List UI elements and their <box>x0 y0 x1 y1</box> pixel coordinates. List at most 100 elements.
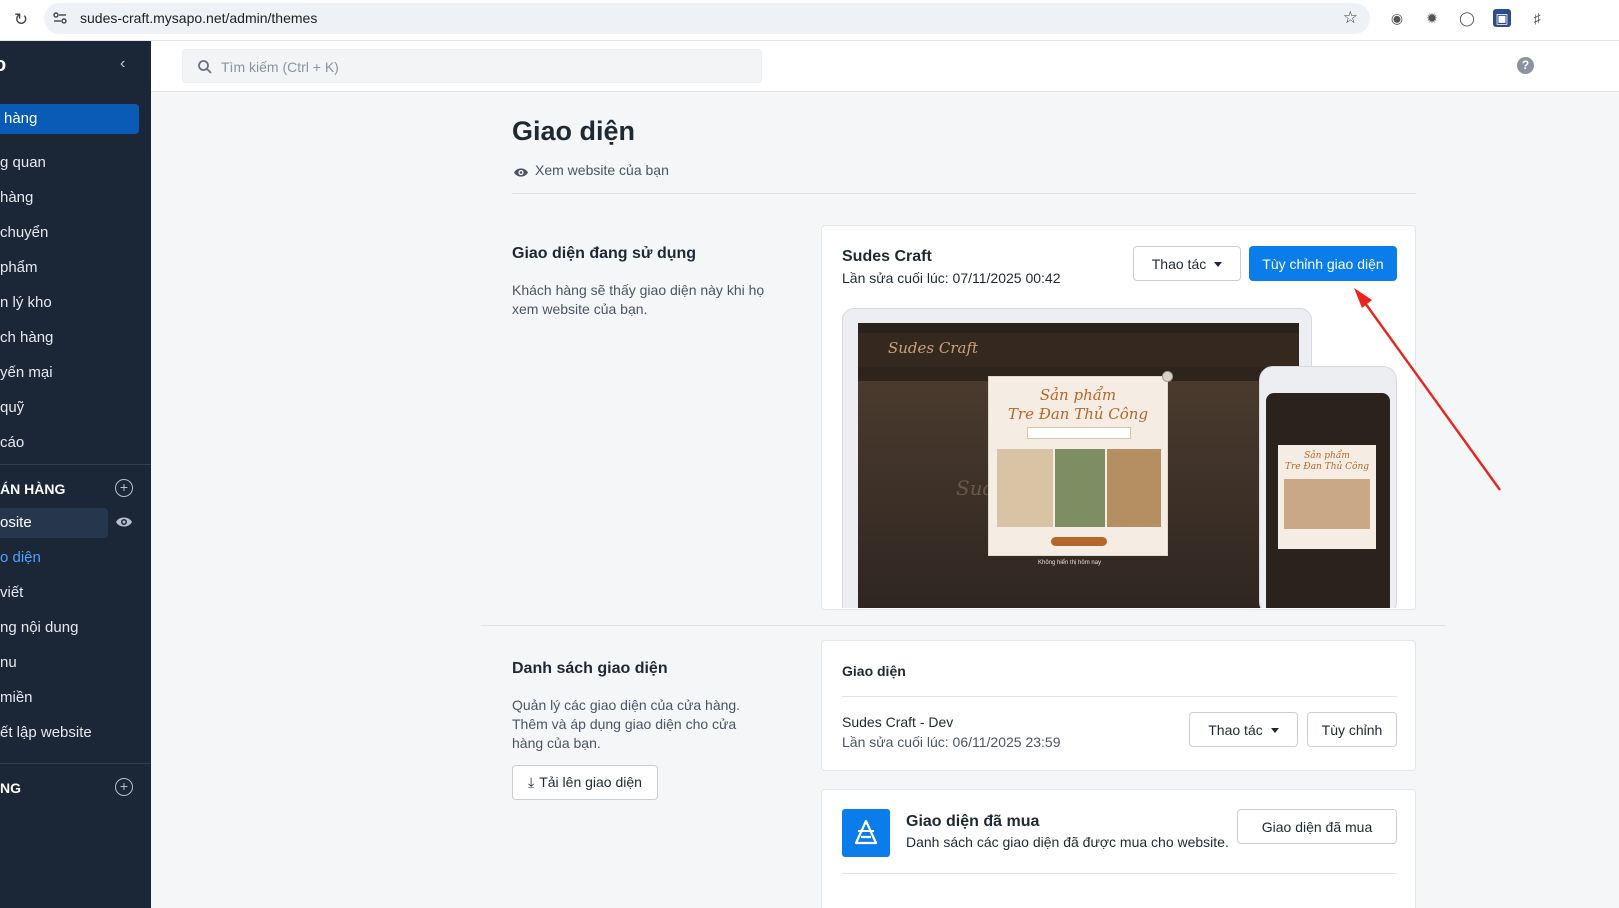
theme-list-card-header: Giao diện <box>842 663 906 679</box>
desktop-preview-screen: Sudes Craft Sud Sản phẩm Tre Đan Thủ Côn… <box>858 323 1299 608</box>
preview-popup: Sản phẩm Tre Đan Thủ Công <box>988 371 1173 556</box>
extension-app-icon[interactable]: ▣ <box>1493 9 1511 27</box>
sapo-logo: o <box>0 54 7 76</box>
card-divider <box>842 873 1397 874</box>
sidebar-divider <box>0 763 151 764</box>
theme-actions-button[interactable]: Thao tác <box>1133 246 1241 281</box>
search-box[interactable] <box>182 49 762 83</box>
bookmark-star-icon[interactable]: ☆ <box>1343 8 1358 28</box>
dev-theme-last-edited: Lần sửa cuối lúc: 06/11/2025 23:59 <box>842 734 1061 750</box>
current-theme-card: Sudes Craft Lần sửa cuối lúc: 07/11/2025… <box>821 225 1416 610</box>
chevron-down-icon <box>1214 261 1223 267</box>
extension-bug-icon[interactable]: ✹ <box>1423 9 1441 27</box>
upload-theme-button[interactable]: ⤓ Tải lên giao diện <box>512 765 658 800</box>
preview-popup-photos <box>997 449 1161 529</box>
plant-photo <box>1055 449 1105 527</box>
theme-list-title: Danh sách giao diện <box>512 660 668 677</box>
view-website-label: Xem website của bạn <box>535 162 669 178</box>
section-divider <box>481 625 1446 626</box>
theme-list-desc-line3: hàng của bạn. <box>512 735 601 751</box>
upload-theme-label: Tải lên giao diện <box>539 774 642 790</box>
sidebar-item-reports[interactable]: cáo <box>0 434 24 451</box>
sidebar-item-orders-active[interactable]: hàng <box>0 104 139 134</box>
sidebar-item-themes[interactable]: o diện <box>0 549 41 566</box>
sidebar-item-inventory[interactable]: n lý kho <box>0 294 52 311</box>
sidebar-item-customers[interactable]: ch hàng <box>0 329 53 346</box>
preview-popup-title-1: Sản phẩm <box>1039 386 1117 404</box>
browser-toolbar: ↻ sudes-craft.mysapo.net/admin/themes ☆ … <box>0 0 1619 41</box>
preview-popup-checkbox-label: Không hiển thị hôm nay <box>1038 560 1102 566</box>
purchased-themes-title: Giao diện đã mua <box>906 813 1040 830</box>
site-info-icon[interactable] <box>52 10 68 26</box>
dev-theme-actions-label: Thao tác <box>1208 721 1263 738</box>
help-icon[interactable]: ? <box>1517 57 1534 74</box>
address-bar[interactable]: sudes-craft.mysapo.net/admin/themes ☆ <box>44 3 1370 34</box>
current-theme-title: Giao diện đang sử dụng <box>512 245 697 262</box>
theme-actions-label: Thao tác <box>1151 255 1207 272</box>
add-channel-icon[interactable]: + <box>115 479 133 497</box>
preview-header: Sudes Craft <box>858 333 1299 367</box>
sidebar-item-label: hàng <box>4 110 38 127</box>
sidebar-item-orders[interactable]: hàng <box>0 189 33 206</box>
view-website-eye-icon[interactable] <box>115 516 133 528</box>
chevron-down-icon <box>1270 727 1279 733</box>
header-divider <box>512 193 1416 194</box>
sidebar-section-sales-channels: ÁN HÀNG <box>0 481 66 497</box>
purchased-themes-desc: Danh sách các giao diện đã được mua cho … <box>906 834 1229 850</box>
purchased-themes-card: Giao diện đã mua Danh sách các giao diện… <box>821 789 1416 908</box>
page-title: Giao diện <box>512 116 636 146</box>
preview-popup-close-icon <box>1162 371 1173 382</box>
sidebar-section-apps: NG <box>0 780 21 796</box>
dev-theme-actions-button[interactable]: Thao tác <box>1189 712 1298 747</box>
dev-theme-name: Sudes Craft - Dev <box>842 714 954 730</box>
sidebar-divider <box>0 464 151 465</box>
sidebar-item-promotions[interactable]: yến mại <box>0 364 53 381</box>
customize-theme-button[interactable]: Tùy chỉnh giao diện <box>1249 246 1397 281</box>
laptop-preview-frame: Sudes Craft Sud Sản phẩm Tre Đan Thủ Côn… <box>842 308 1312 608</box>
theme-last-edited: Lần sửa cuối lúc: 07/11/2025 00:42 <box>842 270 1061 286</box>
upload-icon: ⤓ <box>528 774 535 790</box>
sidebar: o ‹ hàng g quan hàng chuyển phẩm n lý kh… <box>0 41 151 908</box>
sidebar-item-menu[interactable]: nu <box>0 654 17 671</box>
search-icon <box>198 60 212 74</box>
theme-list-desc-line2: Thêm và áp dụng giao diện cho cửa <box>512 716 737 732</box>
sidebar-item-cashbook[interactable]: quỹ <box>0 399 24 416</box>
sidebar-item-label: osite <box>0 514 32 531</box>
annotation-arrow <box>1354 288 1501 491</box>
preview-popup-subtitle <box>1027 427 1131 439</box>
theme-list-card: Giao diện Sudes Craft - Dev Lần sửa cuối… <box>821 640 1416 771</box>
view-website-link[interactable]: Xem website của bạn <box>513 162 669 178</box>
sidebar-item-products[interactable]: phẩm <box>0 259 38 276</box>
theme-list-desc-line1: Quản lý các giao diện của cửa hàng. <box>512 697 741 713</box>
chair-photo <box>1107 449 1161 527</box>
sidebar-item-website-settings[interactable]: ết lập website <box>0 724 92 741</box>
current-theme-desc-line1: Khách hàng sẽ thấy giao diện này khi họ <box>512 282 765 298</box>
purchased-themes-button[interactable]: Giao diện đã mua <box>1237 809 1397 844</box>
preview-topstrip <box>858 323 1299 333</box>
card-divider <box>842 696 1397 697</box>
extension-circle-icon[interactable]: ◯ <box>1458 9 1476 27</box>
add-app-icon[interactable]: + <box>115 778 133 796</box>
sidebar-item-articles[interactable]: viết <box>0 584 23 601</box>
purchased-themes-icon <box>842 809 890 857</box>
basket-photo <box>997 449 1053 527</box>
current-theme-desc-line2: xem website của bạn. <box>512 301 648 317</box>
preview-popup-cta <box>1051 537 1107 546</box>
preview-logo: Sudes Craft <box>888 339 979 357</box>
sidebar-item-overview[interactable]: g quan <box>0 154 46 171</box>
url-text[interactable]: sudes-craft.mysapo.net/admin/themes <box>80 10 317 26</box>
sidebar-item-website[interactable]: osite <box>0 508 108 538</box>
admin-header: ? <box>151 41 1619 92</box>
search-input[interactable] <box>221 56 741 78</box>
reload-icon[interactable]: ↻ <box>10 9 32 31</box>
sidebar-item-domains[interactable]: miền <box>0 689 33 706</box>
theme-preview[interactable]: Sudes Craft Sud Sản phẩm Tre Đan Thủ Côn… <box>842 308 1397 608</box>
sidebar-item-pages[interactable]: ng nội dung <box>0 619 78 636</box>
extensions-puzzle-icon[interactable]: ♯ <box>1528 9 1546 27</box>
collapse-sidebar-icon[interactable]: ‹ <box>120 55 125 73</box>
dev-theme-customize-button[interactable]: Tùy chỉnh <box>1307 712 1397 747</box>
sidebar-item-shipping[interactable]: chuyển <box>0 224 48 241</box>
camera-icon[interactable]: ◉ <box>1388 9 1406 27</box>
theme-name: Sudes Craft <box>842 248 932 265</box>
eye-icon <box>514 168 528 177</box>
